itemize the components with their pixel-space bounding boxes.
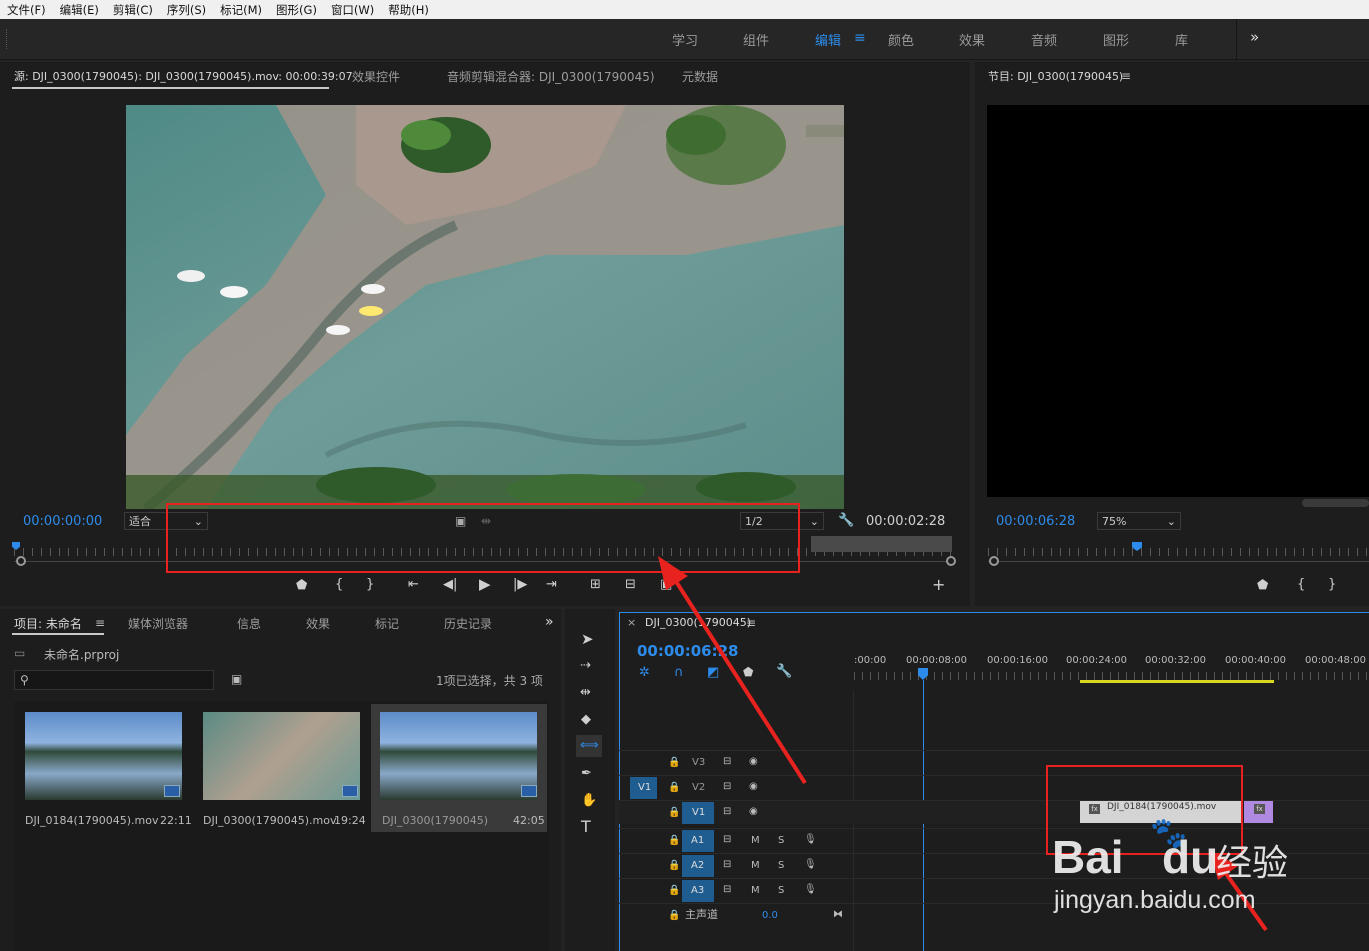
annotation-arrows: [658, 556, 1268, 932]
watermark-url: jingyan.baidu.com: [1054, 886, 1256, 914]
arrow-to-source: [668, 570, 807, 785]
watermark-brand: Bai: [1052, 831, 1124, 883]
watermark-cn: 经验: [1216, 843, 1289, 884]
arrowhead-source: [658, 556, 688, 590]
baidu-watermark: Bai 🐾 du 经验 jingyan.baidu.com: [1052, 816, 1362, 920]
watermark-brand-2: du: [1162, 831, 1219, 883]
